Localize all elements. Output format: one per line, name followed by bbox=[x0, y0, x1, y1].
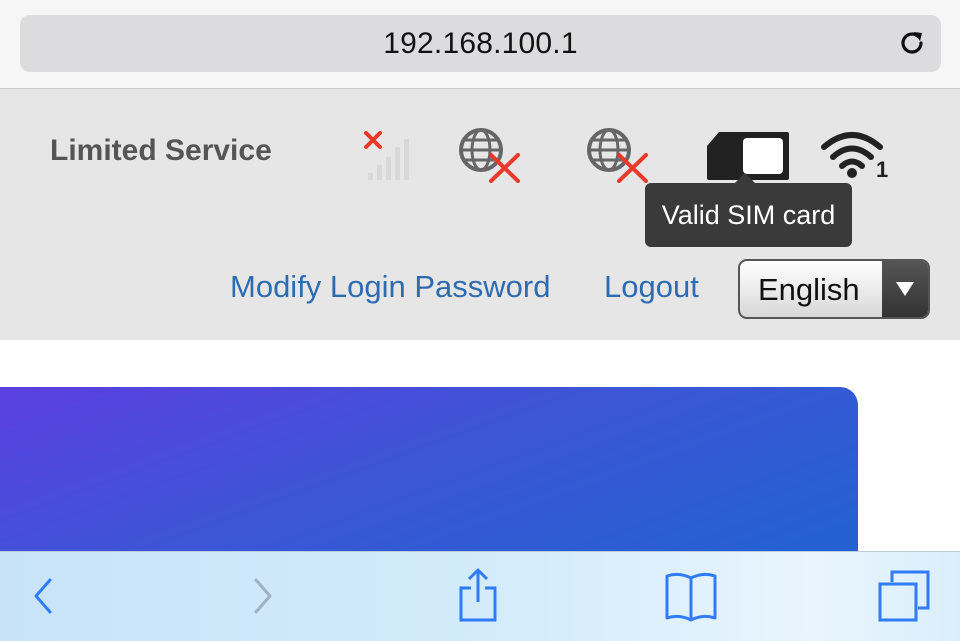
router-status-header: Limited Service 1 Valid SIM card Modify … bbox=[0, 89, 960, 340]
internet-disconnected-icon bbox=[459, 128, 520, 183]
service-status-text: Limited Service bbox=[50, 134, 272, 167]
language-select[interactable]: English bbox=[738, 259, 930, 319]
bookmarks-icon[interactable] bbox=[662, 568, 720, 624]
signal-no-service-icon bbox=[364, 131, 409, 180]
wifi-icon: 1 bbox=[821, 132, 888, 181]
roaming-disconnected-icon bbox=[587, 128, 648, 183]
tabs-icon[interactable] bbox=[876, 568, 932, 624]
url-field[interactable]: 192.168.100.1 bbox=[20, 15, 941, 72]
language-selected-value: English bbox=[758, 272, 860, 307]
reload-icon[interactable] bbox=[897, 28, 927, 58]
url-text: 192.168.100.1 bbox=[383, 27, 578, 60]
chevron-down-icon[interactable] bbox=[882, 261, 928, 317]
browser-address-bar: 192.168.100.1 bbox=[0, 0, 960, 89]
browser-toolbar bbox=[0, 551, 960, 641]
logout-link[interactable]: Logout bbox=[604, 269, 699, 305]
forward-icon[interactable] bbox=[248, 568, 278, 624]
back-icon[interactable] bbox=[28, 568, 58, 624]
share-icon[interactable] bbox=[455, 568, 501, 624]
sim-tooltip: Valid SIM card bbox=[645, 173, 852, 247]
modify-login-password-link[interactable]: Modify Login Password bbox=[230, 269, 551, 305]
wifi-client-count: 1 bbox=[876, 157, 888, 181]
